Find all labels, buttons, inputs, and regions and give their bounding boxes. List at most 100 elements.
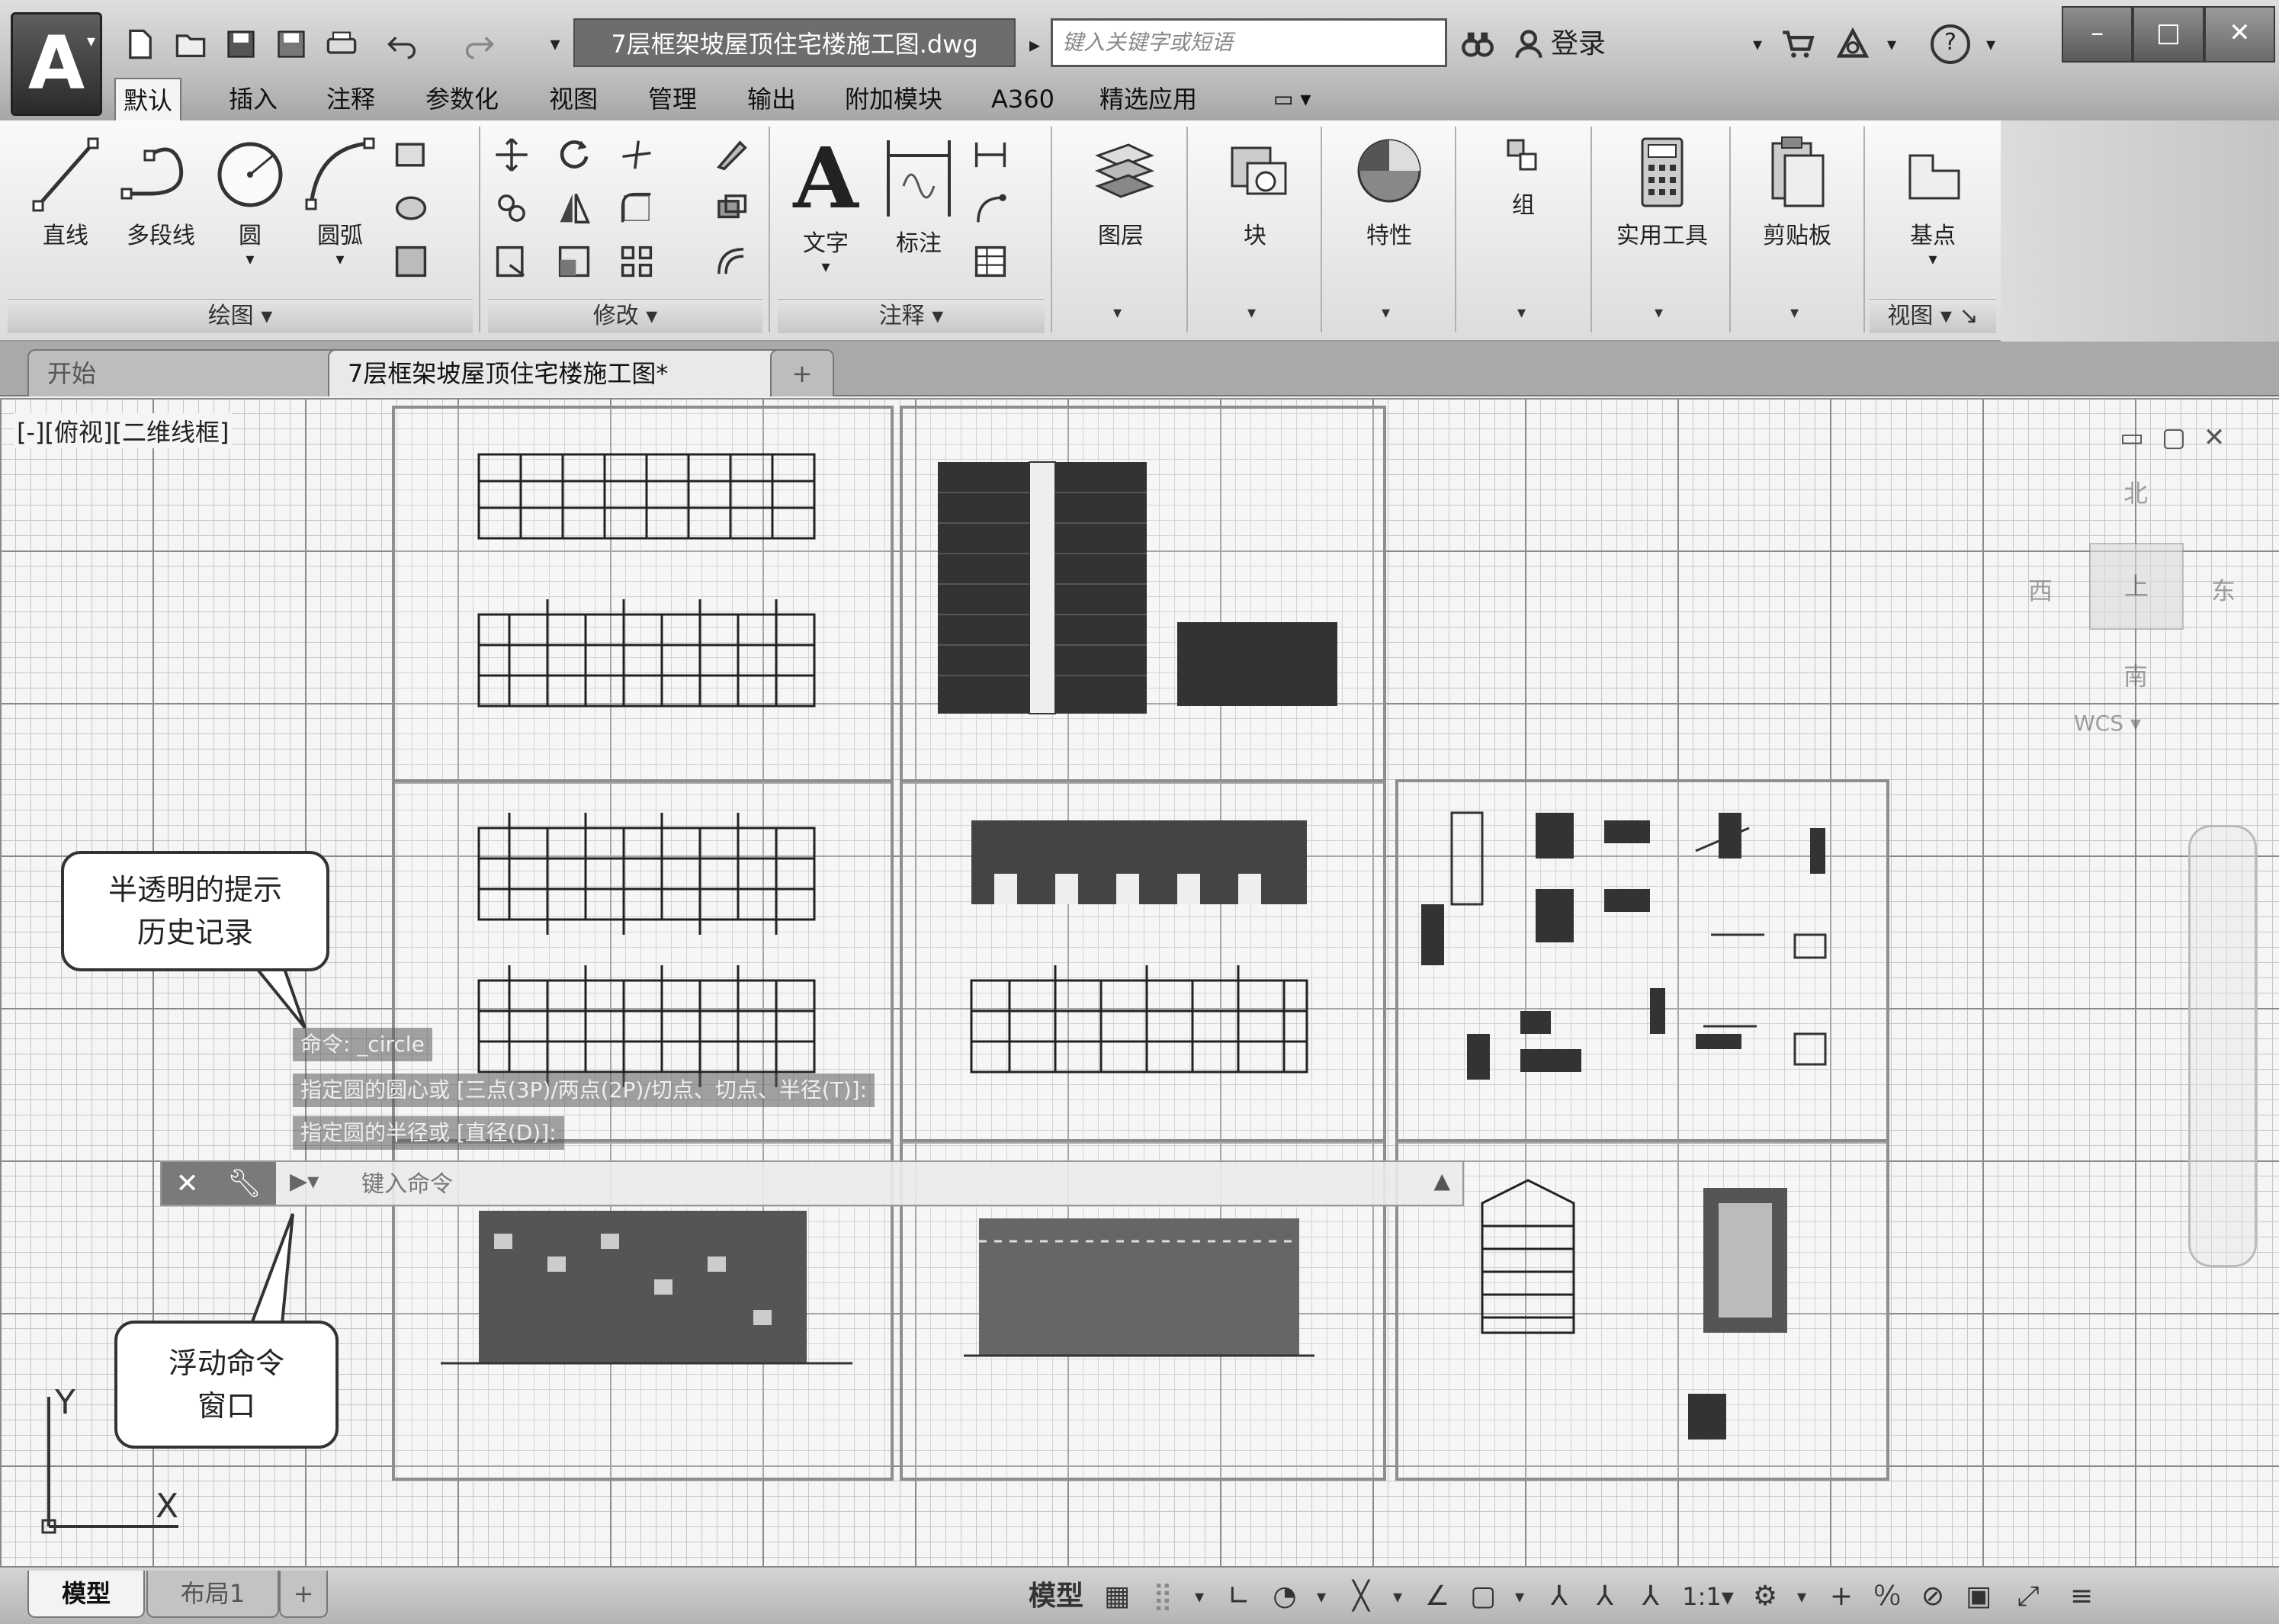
hatch-icon[interactable] bbox=[393, 191, 429, 226]
chevron-down-icon[interactable]: ▾ bbox=[1310, 1575, 1333, 1618]
draw-group-label[interactable]: 绘图 ▾ bbox=[8, 299, 473, 333]
undo-icon[interactable] bbox=[381, 23, 424, 66]
chevron-down-icon[interactable]: ▾ bbox=[1746, 23, 1769, 66]
viewcube[interactable]: 北 西 上 东 南 WCS ▾ bbox=[2013, 451, 2257, 741]
chevron-up-icon[interactable]: ▲ bbox=[1433, 1168, 1450, 1193]
modify-group-label[interactable]: 修改 ▾ bbox=[488, 299, 762, 333]
table-icon[interactable] bbox=[973, 244, 1008, 279]
print-icon[interactable] bbox=[320, 23, 363, 66]
object-snap-tracking-icon[interactable]: ∠ bbox=[1418, 1575, 1456, 1618]
wrench-icon[interactable]: 🔧︎ bbox=[227, 1167, 262, 1199]
tab-layout1[interactable]: 布局1 bbox=[146, 1571, 279, 1618]
chevron-down-icon[interactable]: ▾ bbox=[204, 250, 296, 269]
auto-scale-icon[interactable]: ⅄ bbox=[1586, 1575, 1624, 1618]
tab-model[interactable]: 模型 bbox=[27, 1571, 145, 1618]
play-arrow-icon[interactable]: ▸ bbox=[1023, 23, 1046, 66]
dimension-tool[interactable]: 标注 bbox=[877, 133, 961, 258]
chevron-down-icon[interactable]: ▾ bbox=[1655, 303, 1663, 323]
chevron-down-icon[interactable]: ▾ bbox=[1386, 1575, 1409, 1618]
save-as-icon[interactable] bbox=[270, 23, 313, 66]
offset-icon[interactable] bbox=[714, 244, 749, 279]
tab-manage[interactable]: 管理 bbox=[640, 78, 705, 120]
maximize-icon[interactable]: □ bbox=[2133, 6, 2204, 63]
model-space-button[interactable]: 模型 bbox=[1022, 1575, 1090, 1618]
ortho-icon[interactable]: ∟ bbox=[1220, 1575, 1258, 1618]
chevron-down-icon[interactable]: ▾ bbox=[1382, 303, 1390, 323]
tab-drawing[interactable]: 7层框架坡屋顶住宅楼施工图* ✕ bbox=[328, 349, 802, 396]
units-icon[interactable]: ⁰⁄₀ bbox=[1868, 1575, 1906, 1618]
tab-start[interactable]: 开始 bbox=[27, 349, 364, 396]
chevron-down-icon[interactable]: ▾ bbox=[1188, 1575, 1211, 1618]
viewcube-east[interactable]: 东 bbox=[2211, 572, 2236, 607]
chevron-down-icon[interactable]: ▾ bbox=[1790, 303, 1799, 323]
scale-dropdown[interactable]: 1:1▾ bbox=[1677, 1575, 1738, 1618]
autodesk-exchange-icon[interactable] bbox=[1830, 23, 1876, 66]
workspace-gear-icon[interactable]: ⚙ bbox=[1746, 1575, 1784, 1618]
view-group-label[interactable]: 视图 ▾ ↘ bbox=[1870, 299, 1996, 333]
linear-dimension-icon[interactable] bbox=[973, 137, 1008, 172]
navigation-bar[interactable] bbox=[2188, 825, 2257, 1267]
new-file-icon[interactable] bbox=[119, 23, 162, 66]
drawing-sheet[interactable] bbox=[1395, 1139, 1889, 1481]
viewcube-north[interactable]: 北 bbox=[2123, 474, 2148, 509]
command-prompt-icon[interactable]: ▶▾ bbox=[290, 1168, 319, 1195]
tab-view[interactable]: 视图 bbox=[541, 78, 605, 120]
object-snap-icon[interactable]: ▢ bbox=[1464, 1575, 1502, 1618]
fillet-icon[interactable] bbox=[619, 191, 654, 226]
mirror-icon[interactable] bbox=[557, 191, 592, 226]
basepoint-tool[interactable]: 基点 ▾ bbox=[1876, 133, 1990, 269]
line-tool[interactable]: 直线 bbox=[20, 133, 111, 250]
annotation-monitor-plus-icon[interactable]: + bbox=[1822, 1575, 1860, 1618]
wcs-menu[interactable]: WCS ▾ bbox=[2074, 711, 2141, 736]
tab-a360[interactable]: A360 bbox=[984, 78, 1062, 120]
tab-output[interactable]: 输出 bbox=[740, 78, 804, 120]
viewport-controls-label[interactable]: [-][俯视][二维线框] bbox=[14, 413, 233, 448]
annotation-scale-icon[interactable]: ⅄ bbox=[1632, 1575, 1670, 1618]
annotation-visibility-icon[interactable]: ⅄ bbox=[1540, 1575, 1578, 1618]
tab-annotate[interactable]: 注释 bbox=[319, 78, 383, 120]
grid-icon[interactable]: ▦ bbox=[1098, 1575, 1136, 1618]
minimize-icon[interactable]: – bbox=[2062, 6, 2133, 63]
chevron-down-icon[interactable]: ▾ bbox=[1113, 303, 1122, 323]
floating-command-window[interactable]: ✕ 🔧︎ ▶▾ ▲ bbox=[160, 1160, 1464, 1206]
binoculars-icon[interactable] bbox=[1456, 23, 1499, 66]
gradient-icon[interactable] bbox=[393, 244, 429, 279]
drawing-sheet[interactable] bbox=[392, 406, 894, 784]
save-icon[interactable] bbox=[220, 23, 262, 66]
snap-icon[interactable]: ⣿ bbox=[1144, 1575, 1182, 1618]
erase-icon[interactable] bbox=[714, 137, 749, 172]
hardware-acceleration-icon[interactable]: ▣ bbox=[1960, 1575, 1998, 1618]
chevron-down-icon[interactable]: ▾ bbox=[784, 258, 868, 277]
tab-addins[interactable]: 附加模块 bbox=[837, 78, 950, 120]
isolate-objects-icon[interactable]: ⊘ bbox=[1914, 1575, 1952, 1618]
clean-screen-icon[interactable]: ⤢ bbox=[2005, 1575, 2051, 1618]
leader-icon[interactable] bbox=[973, 191, 1008, 226]
layers-tool[interactable]: 图层 bbox=[1067, 133, 1174, 250]
login-button[interactable]: 登录 bbox=[1551, 21, 1606, 67]
move-icon[interactable] bbox=[494, 137, 529, 172]
drawing-sheet[interactable] bbox=[1395, 779, 1889, 1144]
properties-tool[interactable]: 特性 bbox=[1336, 133, 1443, 250]
trim-icon[interactable] bbox=[619, 137, 654, 172]
explode-icon[interactable] bbox=[714, 191, 749, 226]
cart-icon[interactable] bbox=[1777, 23, 1819, 66]
annotation-group-label[interactable]: 注释 ▾ bbox=[778, 299, 1045, 333]
isodraft-icon[interactable]: ╳ bbox=[1342, 1575, 1380, 1618]
copy-icon[interactable] bbox=[494, 191, 529, 226]
viewcube-top-face[interactable]: 上 bbox=[2089, 543, 2184, 630]
redo-icon[interactable] bbox=[457, 23, 500, 66]
rotate-icon[interactable] bbox=[557, 137, 592, 172]
text-tool[interactable]: A 文字 ▾ bbox=[784, 133, 868, 278]
scale-icon[interactable] bbox=[557, 244, 592, 279]
drawing-sheet[interactable] bbox=[900, 779, 1386, 1144]
chevron-down-icon[interactable]: ▾ bbox=[294, 250, 386, 269]
viewcube-south[interactable]: 南 bbox=[2123, 657, 2148, 692]
chevron-down-icon[interactable]: ▾ bbox=[1247, 303, 1256, 323]
application-menu-button[interactable]: A ▾ bbox=[11, 12, 102, 116]
array-icon[interactable] bbox=[619, 244, 654, 279]
close-icon[interactable]: ✕ bbox=[2204, 6, 2275, 63]
rectangle-icon[interactable] bbox=[393, 137, 429, 172]
chevron-down-icon[interactable]: ▾ bbox=[1876, 250, 1990, 269]
new-layout-plus-icon[interactable]: + bbox=[279, 1571, 328, 1618]
arc-tool[interactable]: 圆弧 ▾ bbox=[294, 133, 386, 269]
